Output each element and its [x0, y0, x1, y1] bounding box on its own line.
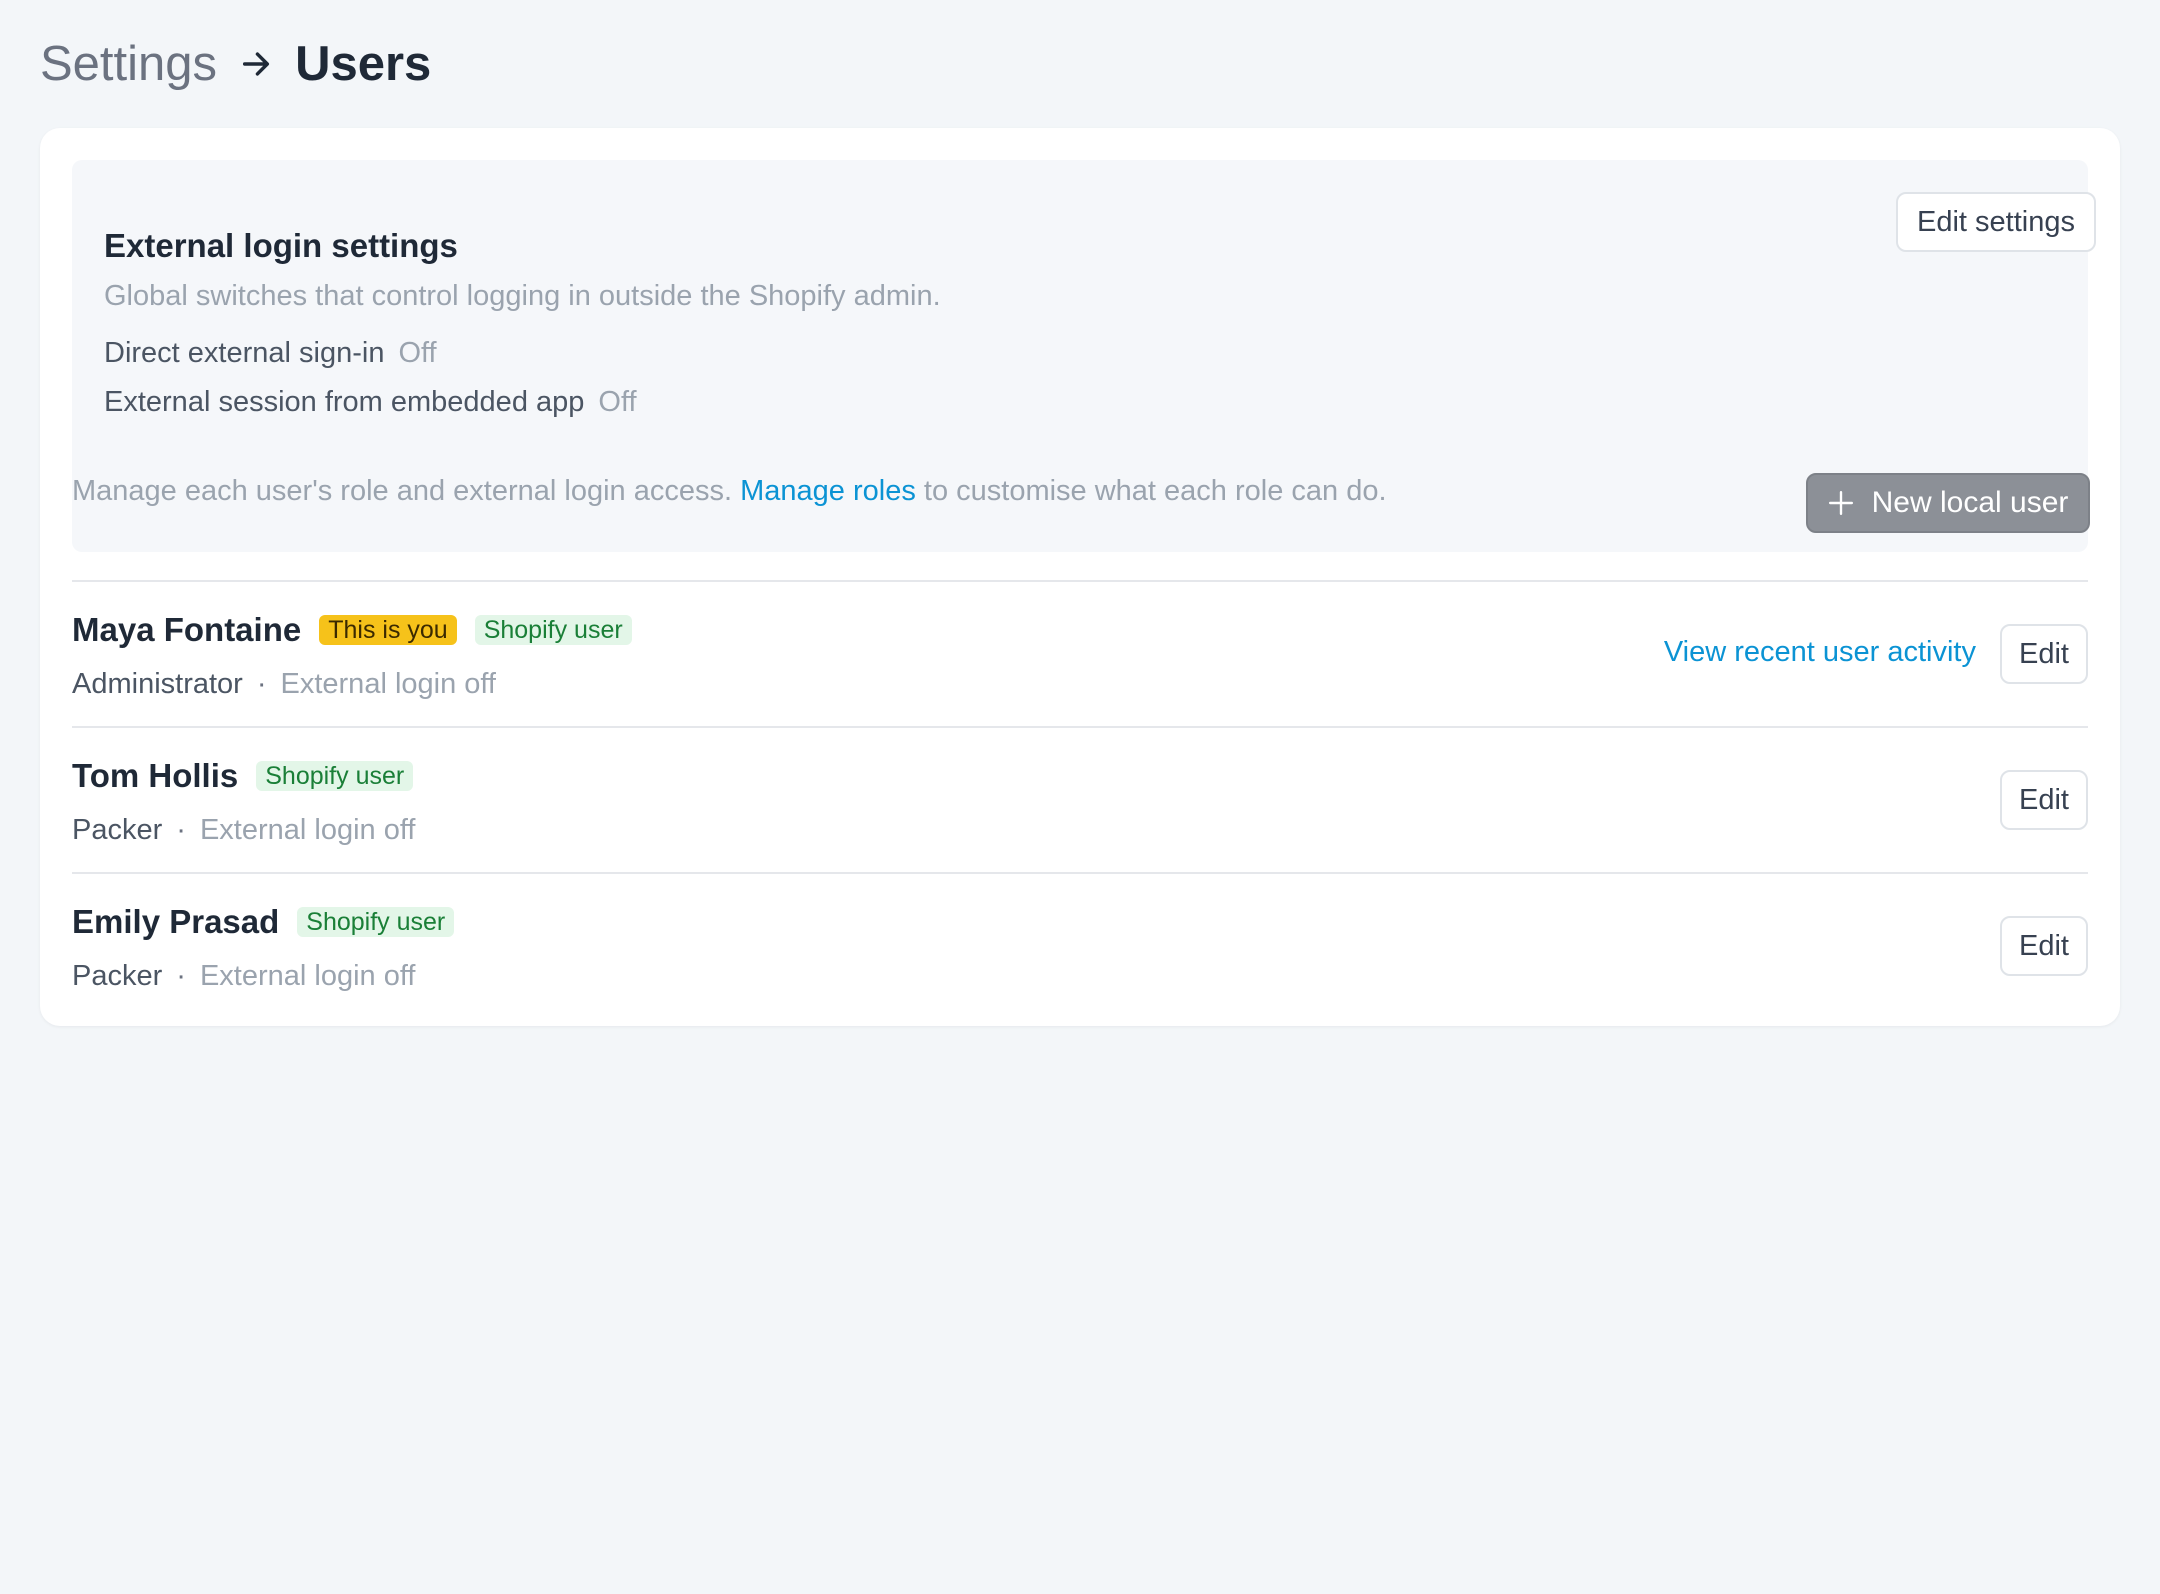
user-role: Packer	[72, 960, 163, 992]
user-meta: Packer · External login off	[72, 812, 415, 848]
breadcrumb: Settings Users	[40, 34, 431, 94]
intro-text-before: Manage each user's role and external log…	[72, 475, 733, 507]
external-login-status: External login off	[199, 814, 416, 846]
user-row: Tom Hollis Shopify user Packer · Externa…	[72, 726, 2088, 872]
new-local-user-label: New local user	[1871, 486, 2069, 519]
external-login-status: External login off	[199, 960, 416, 992]
edit-user-button[interactable]: Edit	[2000, 770, 2088, 830]
external-login-status: External login off	[280, 668, 497, 700]
meta-separator: ·	[176, 960, 186, 992]
user-header: Maya Fontaine This is you Shopify user	[72, 608, 632, 652]
external-login-subtitle: Global switches that control logging in …	[104, 280, 941, 312]
page-title: Users	[295, 37, 432, 91]
user-role: Administrator	[72, 668, 243, 700]
edit-user-button[interactable]: Edit	[2000, 916, 2088, 976]
manage-roles-link[interactable]: Manage roles	[740, 475, 916, 507]
setting-direct-sign-in: Direct external sign-in Off	[104, 335, 437, 371]
breadcrumb-settings-link[interactable]: Settings	[40, 36, 217, 92]
user-row: Maya Fontaine This is you Shopify user A…	[72, 580, 2088, 726]
external-login-title: External login settings	[104, 227, 458, 264]
setting-value: Off	[398, 337, 437, 369]
plus-icon	[1828, 490, 1853, 516]
meta-separator: ·	[176, 814, 186, 846]
user-name: Tom Hollis	[72, 757, 239, 794]
meta-separator: ·	[256, 668, 267, 700]
intro-text: Manage each user's role and external log…	[72, 471, 1387, 511]
edit-settings-button[interactable]: Edit settings	[1896, 192, 2096, 252]
setting-embedded-session: External session from embedded app Off	[104, 384, 637, 420]
user-header: Emily Prasad Shopify user	[72, 900, 455, 944]
intro-text-after: to customise what each role can do.	[923, 475, 1387, 507]
this-is-you-badge: This is you	[319, 615, 457, 645]
user-header: Tom Hollis Shopify user	[72, 754, 414, 798]
user-row: Emily Prasad Shopify user Packer · Exter…	[72, 872, 2088, 1018]
user-role: Packer	[72, 814, 163, 846]
setting-value: Off	[598, 386, 637, 418]
user-meta: Administrator · External login off	[72, 666, 496, 702]
user-name: Maya Fontaine	[72, 611, 302, 648]
users-settings-page: Settings Users External login settings G…	[0, 0, 2160, 1594]
view-recent-activity-link[interactable]: View recent user activity	[1664, 632, 1976, 672]
user-name: Emily Prasad	[72, 903, 280, 940]
shopify-user-badge: Shopify user	[297, 907, 455, 937]
shopify-user-badge: Shopify user	[256, 761, 414, 791]
shopify-user-badge: Shopify user	[474, 615, 632, 645]
user-meta: Packer · External login off	[72, 958, 415, 994]
new-local-user-button[interactable]: New local user	[1806, 473, 2090, 533]
arrow-right-icon	[243, 52, 270, 76]
users-card: External login settings Global switches …	[40, 128, 2120, 1026]
setting-label: Direct external sign-in	[104, 337, 385, 369]
edit-user-button[interactable]: Edit	[2000, 624, 2088, 684]
setting-label: External session from embedded app	[104, 386, 585, 418]
